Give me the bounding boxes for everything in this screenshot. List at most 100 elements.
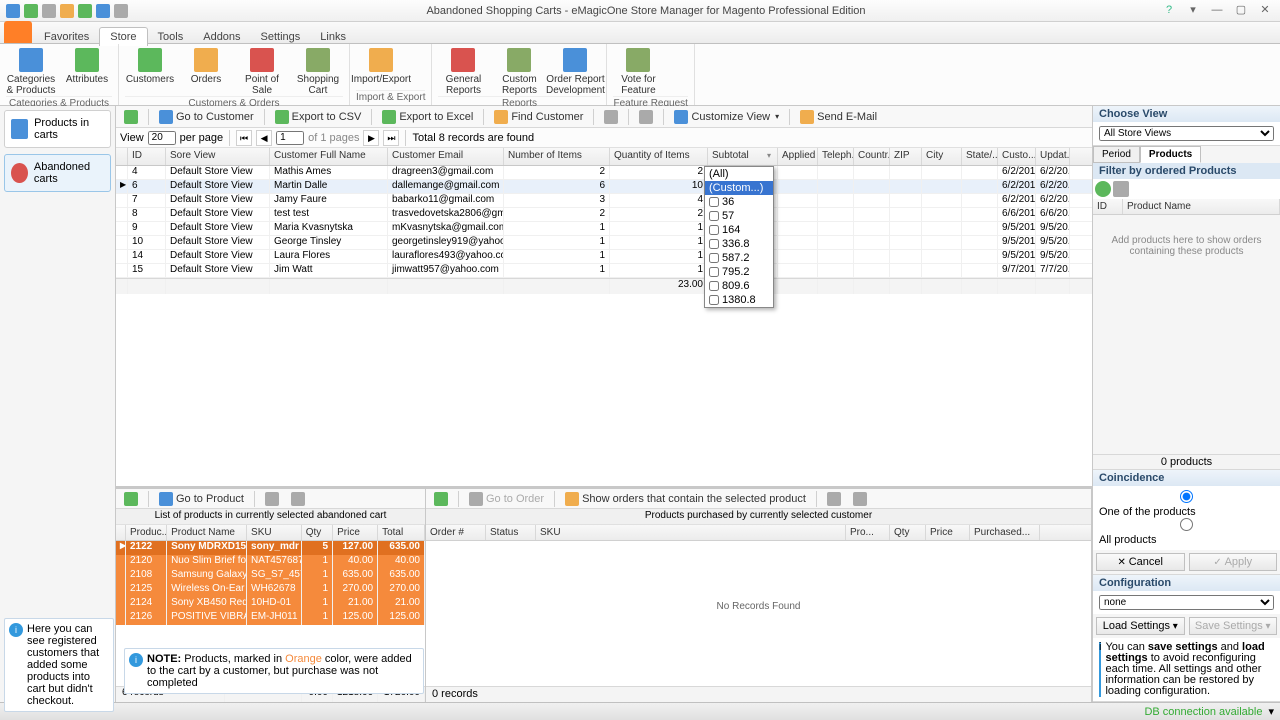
col-header[interactable]: Qty xyxy=(302,525,333,540)
col-header[interactable]: ZIP xyxy=(890,148,922,165)
table-row[interactable]: ▶2122Sony MDRXD150Bsony_mdr5127.00635.00 xyxy=(116,541,425,555)
minimize-button[interactable]: — xyxy=(1206,3,1228,19)
table-row[interactable]: ▶6Default Store ViewMartin Dalledalleman… xyxy=(116,180,1092,194)
col-header[interactable]: Pro... xyxy=(846,525,890,540)
ribbon-attributes[interactable]: Attributes xyxy=(62,46,112,96)
table-row[interactable]: 15Default Store ViewJim Wattjimwatt957@y… xyxy=(116,264,1092,278)
chevron-down-icon[interactable]: ▾ xyxy=(1268,705,1274,718)
col-header[interactable]: Customer Email xyxy=(388,148,504,165)
layout-button[interactable] xyxy=(287,491,309,507)
subtotal-filter-dropdown[interactable]: (All)(Custom...)3657164336.8587.2795.280… xyxy=(704,166,774,308)
ribbon-categories-products[interactable]: Categories & Products xyxy=(6,46,56,96)
ribbon-shopping-cart[interactable]: Shopping Cart xyxy=(293,46,343,96)
table-row[interactable]: 8Default Store Viewtest testtrasvedovets… xyxy=(116,208,1092,222)
col-header[interactable]: Custo... xyxy=(998,148,1036,165)
col-header[interactable]: State/... xyxy=(962,148,998,165)
ribbon-custom-reports[interactable]: Custom Reports xyxy=(494,46,544,96)
app-menu-button[interactable] xyxy=(4,21,32,43)
col-header[interactable]: Price xyxy=(333,525,378,540)
maximize-button[interactable]: ▢ xyxy=(1230,3,1252,19)
opt-all-products[interactable]: All products xyxy=(1099,522,1274,546)
store-view-select[interactable]: All Store Views xyxy=(1099,126,1274,141)
col-header[interactable]: City xyxy=(922,148,962,165)
layout-button[interactable] xyxy=(635,109,657,125)
filter-icon[interactable]: ▾ xyxy=(767,151,775,159)
help-icon[interactable]: ? xyxy=(1158,3,1180,19)
col-header[interactable]: Product Name xyxy=(167,525,247,540)
filter-item[interactable]: 795.2 xyxy=(705,265,773,279)
col-header[interactable]: SKU xyxy=(247,525,302,540)
prev-page-button[interactable]: ◀ xyxy=(256,130,272,146)
filter-item[interactable]: 336.8 xyxy=(705,237,773,251)
refresh-products-button[interactable] xyxy=(120,491,142,507)
customize-view-button[interactable]: Customize View▾ xyxy=(670,109,783,125)
qat-icon[interactable] xyxy=(96,4,110,18)
opt-one-product[interactable]: One of the products xyxy=(1099,494,1274,518)
filter-item[interactable]: (Custom...) xyxy=(705,181,773,195)
first-page-button[interactable]: ⏮ xyxy=(236,130,252,146)
export-excel-button[interactable]: Export to Excel xyxy=(378,109,477,125)
filter-item[interactable]: (All) xyxy=(705,167,773,181)
table-row[interactable]: 2108Samsung Galaxy S7SG_S7_457851635.006… xyxy=(116,569,425,583)
cancel-button[interactable]: ✕ Cancel xyxy=(1096,553,1185,571)
col-header[interactable]: Purchased... xyxy=(970,525,1040,540)
qat-icon[interactable] xyxy=(78,4,92,18)
nav-products-in-carts[interactable]: Products in carts xyxy=(4,110,111,148)
qat-icon[interactable] xyxy=(24,4,38,18)
show-orders-button[interactable]: Show orders that contain the selected pr… xyxy=(561,491,810,507)
layout-button[interactable] xyxy=(849,491,871,507)
qat-icon[interactable] xyxy=(60,4,74,18)
qat-icon[interactable] xyxy=(114,4,128,18)
col-header[interactable]: Order # xyxy=(426,525,486,540)
col-header[interactable]: Total xyxy=(378,525,425,540)
load-settings-button[interactable]: Load Settings ▾ xyxy=(1096,617,1185,635)
ribbon-general-reports[interactable]: General Reports xyxy=(438,46,488,96)
nav-abandoned-carts[interactable]: Abandoned carts xyxy=(4,154,111,192)
filter-item[interactable]: 809.6 xyxy=(705,279,773,293)
col-product-name[interactable]: Product Name xyxy=(1123,199,1280,214)
refresh-button[interactable] xyxy=(120,109,142,125)
columns-button[interactable] xyxy=(823,491,845,507)
go-to-customer-button[interactable]: Go to Customer xyxy=(155,109,258,125)
table-row[interactable]: 2124Sony XB450 Red10HD-01121.0021.00 xyxy=(116,597,425,611)
refresh-orders-button[interactable] xyxy=(430,491,452,507)
col-header[interactable]: Applied ... xyxy=(778,148,818,165)
next-page-button[interactable]: ▶ xyxy=(363,130,379,146)
col-header[interactable]: Countr... xyxy=(854,148,890,165)
go-to-product-button[interactable]: Go to Product xyxy=(155,491,248,507)
col-header[interactable]: Number of Items xyxy=(504,148,610,165)
tab-products[interactable]: Products xyxy=(1140,146,1201,163)
col-header[interactable]: Status xyxy=(486,525,536,540)
table-row[interactable]: 14Default Store ViewLaura Floreslauraflo… xyxy=(116,250,1092,264)
ribbon-point-of-sale[interactable]: Point of Sale xyxy=(237,46,287,96)
col-header[interactable]: Quantity of Items xyxy=(610,148,708,165)
ribbon-import-export[interactable]: Import/Export xyxy=(356,46,406,90)
table-row[interactable]: 2126POSITIVE VIBRATIO...EM-JH0111125.001… xyxy=(116,611,425,625)
find-customer-button[interactable]: Find Customer xyxy=(490,109,587,125)
ribbon-orders[interactable]: Orders xyxy=(181,46,231,96)
col-header[interactable]: Teleph... xyxy=(818,148,854,165)
close-button[interactable]: ✕ xyxy=(1254,3,1276,19)
col-header[interactable]: SKU xyxy=(536,525,846,540)
ribbon-order-report-development[interactable]: Order Report Development xyxy=(550,46,600,96)
last-page-button[interactable]: ⏭ xyxy=(383,130,399,146)
config-select[interactable]: none xyxy=(1099,595,1274,610)
columns-button[interactable] xyxy=(261,491,283,507)
col-header[interactable]: Subtotal▾ xyxy=(708,148,778,165)
table-row[interactable]: 7Default Store ViewJamy Faurebabarko11@g… xyxy=(116,194,1092,208)
ribbon-customers[interactable]: Customers xyxy=(125,46,175,96)
filter-item[interactable]: 1380.8 xyxy=(705,293,773,307)
ribbon-toggle-icon[interactable]: ▾ xyxy=(1182,3,1204,19)
send-email-button[interactable]: Send E-Mail xyxy=(796,109,881,125)
table-row[interactable]: 2120Nuo Slim Brief for Ap...NAT457687991… xyxy=(116,555,425,569)
tab-period[interactable]: Period xyxy=(1093,146,1140,163)
table-row[interactable]: 10Default Store ViewGeorge Tinsleygeorge… xyxy=(116,236,1092,250)
page-input[interactable] xyxy=(276,131,304,145)
export-csv-button[interactable]: Export to CSV xyxy=(271,109,366,125)
table-row[interactable]: 4Default Store ViewMathis Amesdragreen3@… xyxy=(116,166,1092,180)
col-header[interactable]: Customer Full Name xyxy=(270,148,388,165)
columns-button[interactable] xyxy=(600,109,622,125)
table-row[interactable]: 9Default Store ViewMaria KvasnytskamKvas… xyxy=(116,222,1092,236)
filter-item[interactable]: 57 xyxy=(705,209,773,223)
qat-icon[interactable] xyxy=(6,4,20,18)
